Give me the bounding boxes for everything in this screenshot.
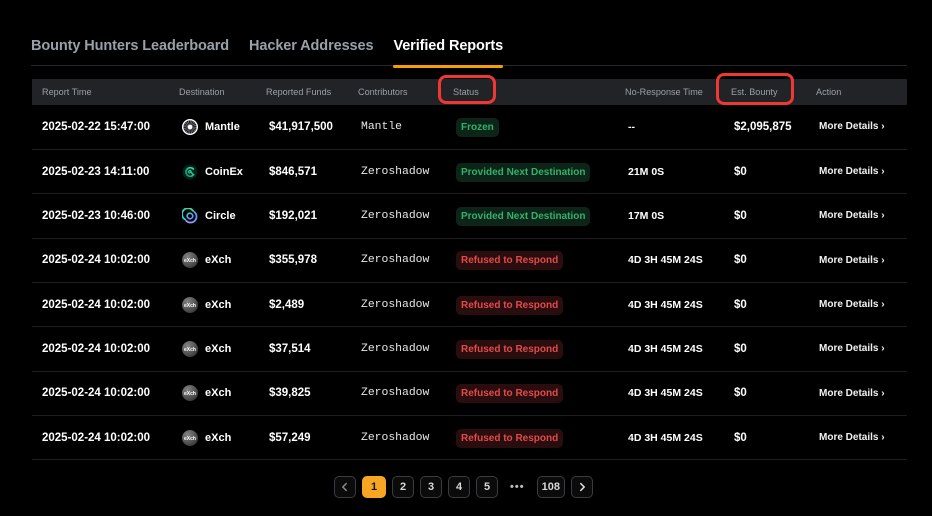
svg-text:eXch: eXch <box>184 391 196 397</box>
svg-text:eXch: eXch <box>184 436 196 442</box>
svg-text:eXch: eXch <box>184 347 196 353</box>
svg-text:eXch: eXch <box>184 258 196 264</box>
svg-text:eXch: eXch <box>184 303 196 309</box>
